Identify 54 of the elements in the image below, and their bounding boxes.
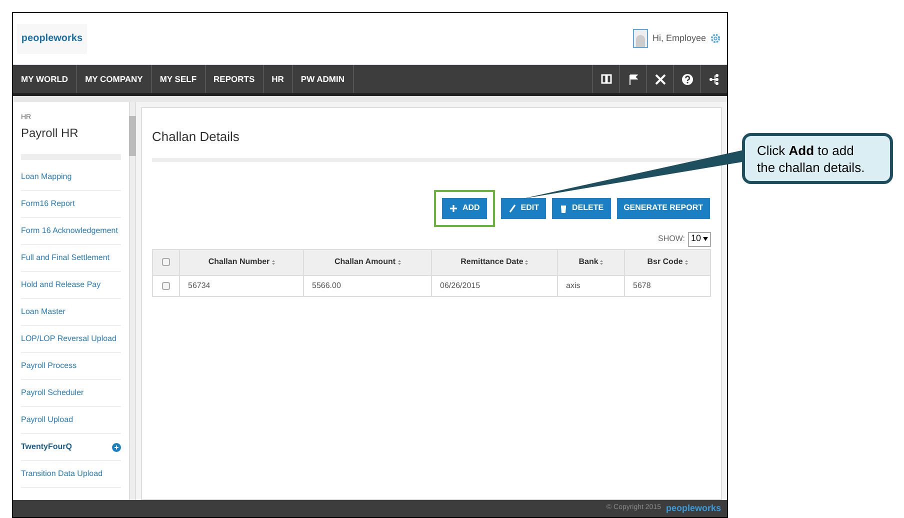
sort-icon[interactable]	[600, 260, 604, 264]
sidebar-item[interactable]: Loan Master	[21, 306, 66, 318]
flag-icon[interactable]	[628, 74, 638, 84]
table-cell: 5566.00	[312, 280, 341, 290]
sidebar-item[interactable]: Form16 Report	[21, 198, 75, 210]
action-button[interactable]: EDIT	[500, 198, 546, 218]
action-button[interactable]: ADD	[442, 198, 487, 218]
sort-icon[interactable]	[684, 260, 688, 264]
page-title: Challan Details	[152, 128, 240, 146]
column-header[interactable]: Bank	[578, 256, 604, 268]
sidebar-scrollbar[interactable]	[129, 102, 136, 500]
sidebar-item[interactable]: Payroll Scheduler	[21, 387, 84, 399]
greeting: Hi, Employee	[652, 32, 706, 45]
sidebar-item[interactable]: Transition Data Upload	[21, 468, 103, 480]
table-cell: 56734	[188, 280, 210, 290]
sidebar-item[interactable]: Loan Mapping	[21, 171, 72, 183]
pencil-icon	[508, 204, 517, 212]
avatar-icon	[633, 29, 648, 48]
sidebar-item[interactable]: Payroll Upload	[21, 414, 74, 426]
sort-icon[interactable]	[525, 260, 528, 264]
sidebar-item[interactable]: Full and Final Settlement	[21, 252, 110, 264]
sidebar-title: Payroll HR	[21, 125, 80, 142]
logo: peopleworks	[17, 24, 87, 54]
nav-item[interactable]: REPORTS	[206, 65, 264, 93]
sidebar-item[interactable]: Hold and Release Pay	[21, 279, 101, 291]
checkbox[interactable]	[162, 282, 170, 290]
checkbox[interactable]	[162, 258, 170, 266]
nav-item[interactable]: MY WORLD	[13, 65, 78, 93]
plus-circle-icon[interactable]	[112, 442, 121, 452]
table-cell: 5678	[633, 280, 651, 290]
plus-icon	[449, 204, 458, 212]
sitemap-icon[interactable]	[709, 74, 719, 84]
nav-item[interactable]: MY COMPANY	[77, 65, 152, 93]
page-size-select[interactable]: 10	[688, 232, 711, 246]
callout-text: Click Add to add the challan details.	[757, 142, 866, 176]
table-cell: 06/26/2015	[440, 280, 480, 290]
sidebar-item[interactable]: TwentyFourQ	[21, 441, 72, 453]
table-cell: axis	[566, 280, 580, 290]
sort-icon[interactable]	[398, 260, 401, 264]
settings-icon[interactable]	[710, 33, 721, 44]
sidebar-item[interactable]: LOP/LOP Reversal Upload	[21, 333, 116, 345]
action-button[interactable]: DELETE	[552, 198, 611, 218]
nav-item[interactable]: HR	[264, 65, 293, 93]
trash-icon	[559, 204, 568, 212]
show-label: SHOW:	[658, 233, 685, 245]
dropdown-caret-icon	[703, 237, 708, 241]
footer-logo: peopleworks	[666, 502, 721, 515]
sort-icon[interactable]	[272, 260, 275, 264]
help-icon[interactable]	[682, 74, 692, 84]
nav-item[interactable]: MY SELF	[152, 65, 206, 93]
sidebar-item[interactable]: Form 16 Acknowledgement	[21, 225, 118, 237]
sidebar-item[interactable]: Payroll Process	[21, 360, 77, 372]
action-button[interactable]: GENERATE REPORT	[616, 198, 710, 218]
nav-item[interactable]: PW ADMIN	[292, 65, 354, 93]
